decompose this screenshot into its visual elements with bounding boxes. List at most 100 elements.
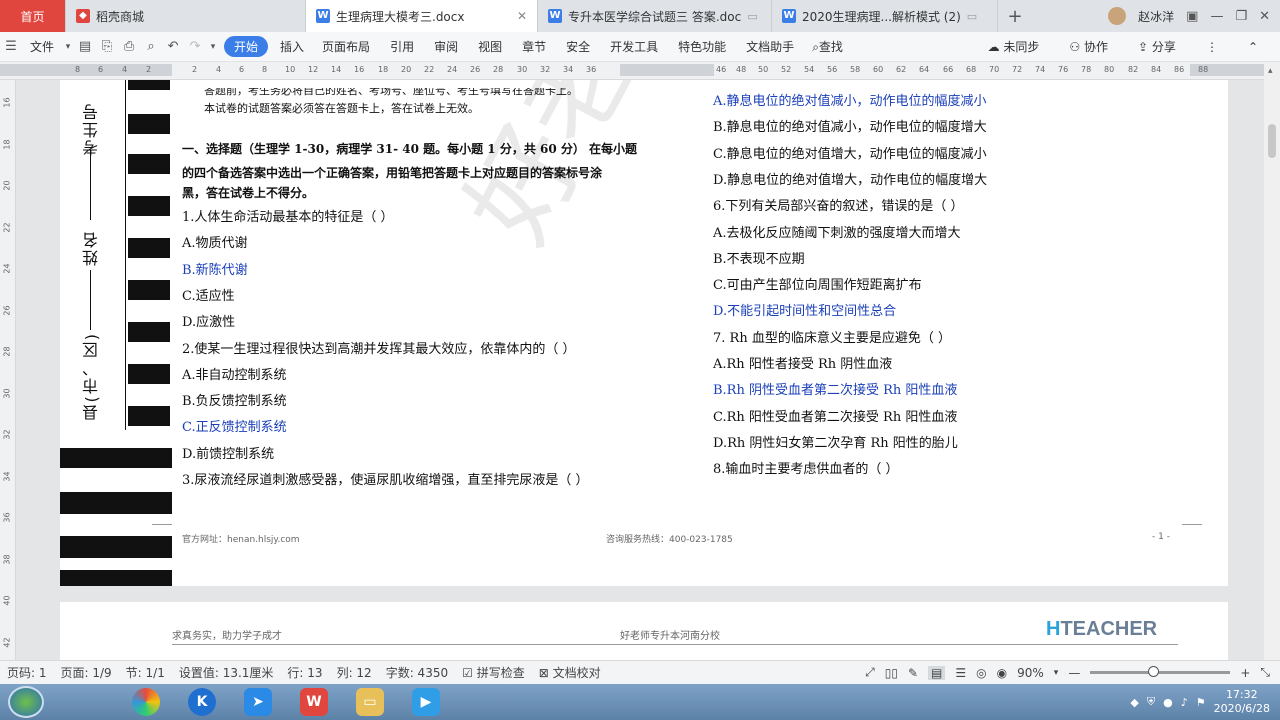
taskbar-app-k[interactable]: K (176, 685, 228, 719)
user-name[interactable]: 赵冰洋 (1138, 8, 1174, 25)
question-line: B.Rh 阴性受血者第二次接受 Rh 阳性血液 (713, 383, 958, 399)
ruler-tick-label: 12 (308, 65, 319, 74)
page-view-icon[interactable]: ▤ (928, 665, 946, 680)
spellcheck-button[interactable]: ☑ 拼写检查 (455, 664, 532, 681)
zoom-in-icon[interactable]: + (1240, 666, 1250, 680)
scroll-thumb[interactable] (1268, 124, 1276, 158)
fullscreen-icon[interactable]: ⤢ (865, 665, 875, 680)
system-clock[interactable]: 17:32 2020/6/28 (1214, 688, 1270, 716)
chevron-down-icon[interactable]: ▾ (206, 42, 220, 52)
vertical-ruler[interactable]: 16 18 20 22 24 26 28 30 32 34 36 38 40 42 (0, 80, 16, 660)
collab-button[interactable]: ⚇ 协作 (1061, 38, 1116, 55)
chevron-down-icon[interactable]: ▾ (62, 42, 74, 52)
proofread-button[interactable]: ⊠ 文档校对 (532, 664, 608, 681)
taskbar-app-feishu[interactable]: ➤ (232, 685, 284, 719)
sync-status[interactable]: ☁ 未同步 (980, 38, 1048, 55)
document-canvas[interactable]: 考生号 姓名 县(市、区) 好老师 答题前，考生务必将自己的姓名、考场号、座位号… (16, 80, 1264, 660)
tab-document-active[interactable]: W 生理病理大模考三.docx ✕ (306, 0, 538, 32)
fit-window-icon[interactable]: ⤡ (1260, 665, 1270, 680)
redo-icon[interactable]: ↷ (184, 39, 206, 54)
minimize-icon[interactable]: — (1210, 9, 1223, 24)
menu-page-layout[interactable]: 页面布局 (312, 38, 380, 55)
taskbar-app-wps[interactable]: W (288, 685, 340, 719)
tray-volume-icon[interactable]: ♪ (1181, 696, 1188, 709)
menu-start[interactable]: 开始 (224, 36, 269, 57)
menu-doc-assistant[interactable]: 文档助手 (736, 38, 804, 55)
system-tray: ◆ ⛨ ● ♪ ⚑ 17:32 2020/6/28 (1130, 688, 1280, 716)
menu-view[interactable]: 视图 (468, 38, 512, 55)
ruler-tick-label: 54 (804, 65, 815, 74)
print-preview-icon[interactable]: ⌕ (140, 39, 162, 54)
ruler-tick-label: 42 (2, 636, 12, 648)
zoom-slider[interactable] (1090, 666, 1231, 677)
ruler-tick-label: 60 (873, 65, 884, 74)
status-col[interactable]: 列: 12 (330, 664, 379, 681)
status-right: ⤢ ▯▯ ✎ ▤ ☰ ◎ ◉ 90% ▾ — + ⤡ (865, 665, 1280, 680)
start-button[interactable] (8, 686, 44, 718)
document-page[interactable]: 求真务实，助力学子成才 好老师专升本河南分校 HTEACHER (60, 602, 1228, 660)
tab-document[interactable]: W 专升本医学综合试题三 答案.doc ▭ (538, 0, 772, 32)
tray-network-icon[interactable]: ◆ (1130, 696, 1138, 709)
menu-security[interactable]: 安全 (556, 38, 600, 55)
undo-icon[interactable]: ↶ (162, 39, 184, 54)
chevron-down-icon[interactable]: ▾ (1054, 668, 1059, 678)
wps-icon: W (300, 688, 328, 716)
taskbar-app-video[interactable]: ▶ (400, 685, 452, 719)
taskbar-app-explorer[interactable]: ▭ (344, 685, 396, 719)
zoom-value[interactable]: 90% (1017, 666, 1044, 680)
tab-label: 2020生理病理...解析模式 (2) (802, 9, 961, 24)
status-pages[interactable]: 页面: 1/9 (54, 664, 119, 681)
eye-protect-icon[interactable]: ◉ (997, 666, 1007, 680)
chevron-up-icon[interactable]: ⌃ (1240, 40, 1266, 54)
share-button[interactable]: ⇪ 分享 (1130, 38, 1184, 55)
tab-document[interactable]: W 2020生理病理...解析模式 (2) ▭ (772, 0, 998, 32)
zoom-slider-knob[interactable] (1148, 666, 1160, 677)
menu-chapter[interactable]: 章节 (512, 38, 556, 55)
menu-features[interactable]: 特色功能 (668, 38, 736, 55)
ruler-tick-label: 80 (1104, 65, 1115, 74)
print-icon[interactable]: ⎙ (118, 39, 140, 54)
close-window-icon[interactable]: ✕ (1259, 9, 1270, 24)
tab-home[interactable]: 首页 (0, 0, 66, 32)
menu-review[interactable]: 审阅 (424, 38, 468, 55)
underline (90, 150, 91, 220)
skin-icon[interactable]: ▣ (1186, 9, 1198, 24)
collab-label: 协作 (1084, 40, 1109, 54)
menu-references[interactable]: 引用 (380, 38, 424, 55)
write-mode-icon[interactable]: ✎ (908, 666, 918, 680)
hamburger-icon[interactable]: ☰ (0, 39, 22, 54)
search-button[interactable]: ⌕查找 (804, 38, 851, 55)
vertical-scrollbar[interactable]: ▴ (1264, 62, 1280, 660)
status-setting[interactable]: 设置值: 13.1厘米 (172, 664, 281, 681)
outline-view-icon[interactable]: ☰ (955, 666, 966, 680)
sync-label: 未同步 (1003, 40, 1040, 54)
more-icon[interactable]: ⋮ (1198, 40, 1226, 54)
status-words[interactable]: 字数: 4350 (379, 664, 455, 681)
horizontal-ruler[interactable]: 8 6 4 2 2 4 6 8 10 12 14 16 18 20 22 24 26 28 30 32 34 36 46 48… (0, 62, 1264, 80)
user-avatar[interactable] (1108, 7, 1127, 25)
restore-icon[interactable]: ❐ (1235, 9, 1247, 24)
web-view-icon[interactable]: ◎ (976, 666, 986, 680)
stripe (128, 114, 170, 134)
teacher-logo: HTEACHER (1046, 618, 1157, 641)
tab-docer[interactable]: ◆ 稻壳商城 (66, 0, 306, 32)
status-page-no[interactable]: 页码: 1 (0, 664, 54, 681)
new-tab-button[interactable]: + (998, 0, 1032, 32)
tray-shield-icon[interactable]: ⛨ (1147, 695, 1155, 709)
tray-flag-icon[interactable]: ⚑ (1196, 696, 1206, 709)
scroll-up-icon[interactable]: ▴ (1268, 66, 1273, 76)
save-icon[interactable]: ▤ (74, 39, 96, 54)
menu-developer[interactable]: 开发工具 (600, 38, 668, 55)
status-row[interactable]: 行: 13 (280, 664, 329, 681)
document-page[interactable]: 考生号 姓名 县(市、区) 好老师 答题前，考生务必将自己的姓名、考场号、座位号… (60, 80, 1228, 586)
menu-file[interactable]: 文件 (22, 38, 62, 55)
question-line: A.Rh 阳性者接受 Rh 阴性血液 (713, 357, 893, 372)
close-icon[interactable]: ✕ (511, 9, 527, 23)
reading-mode-icon[interactable]: ▯▯ (885, 666, 898, 680)
zoom-out-icon[interactable]: — (1068, 666, 1080, 680)
export-icon[interactable]: ⎘ (96, 39, 118, 54)
taskbar-app-browser[interactable] (120, 685, 172, 719)
status-section[interactable]: 节: 1/1 (119, 664, 172, 681)
tray-app-icon[interactable]: ● (1163, 696, 1173, 709)
menu-insert[interactable]: 插入 (272, 38, 312, 55)
